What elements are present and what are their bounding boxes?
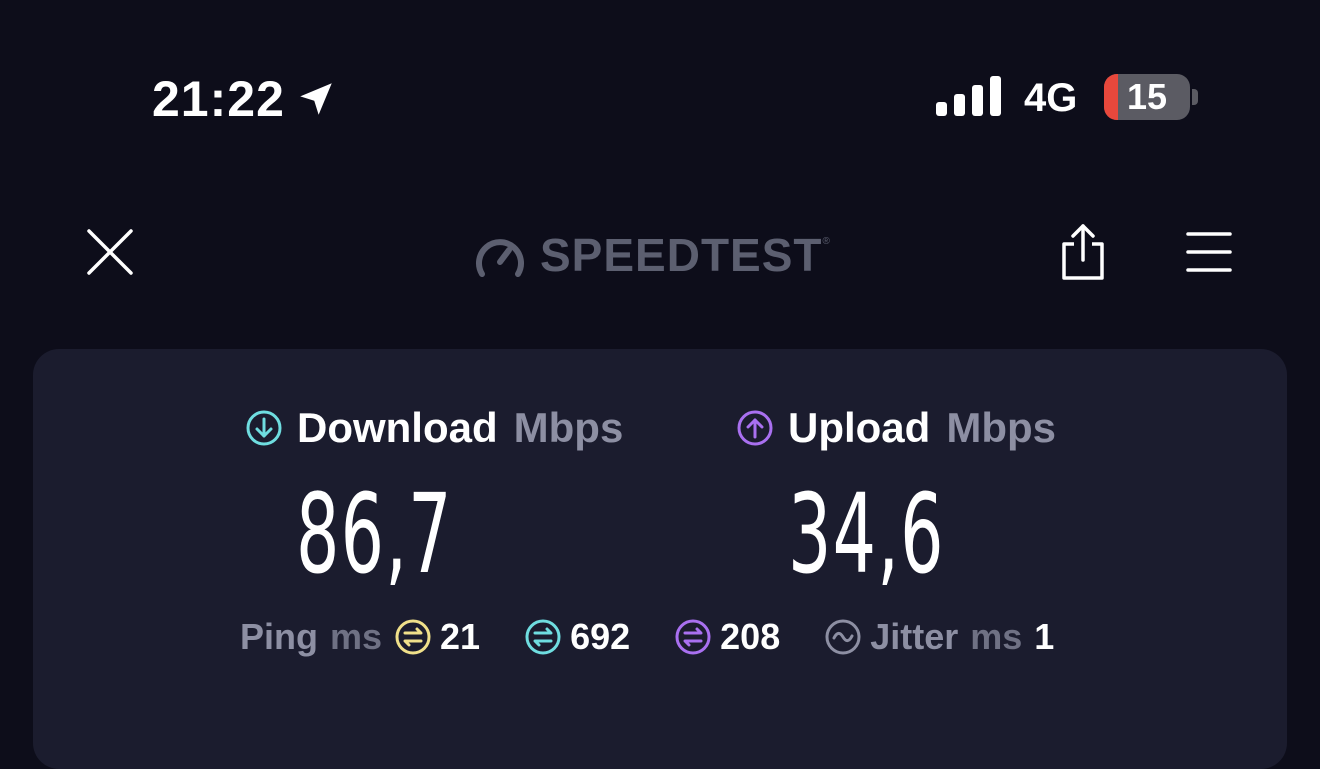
jitter-value: 1 [1034, 616, 1055, 657]
upload-arrow-icon [737, 410, 773, 446]
logo-registered-mark: ® [822, 236, 830, 247]
download-unit: Mbps [513, 404, 624, 451]
download-value: 86,7 [296, 470, 453, 598]
upload-label: Upload [788, 404, 931, 451]
ping-idle-value: 21 [440, 616, 481, 657]
upload-value: 34,6 [788, 470, 945, 598]
jitter-icon [825, 619, 861, 655]
close-button[interactable] [84, 226, 136, 278]
download-metric-header: Download Mbps [245, 404, 623, 452]
location-arrow-icon [300, 83, 332, 115]
battery-icon: 15 [1104, 74, 1190, 120]
upload-unit: Mbps [946, 404, 1056, 451]
ping-upload: 208 [674, 616, 780, 658]
logo-text: SPEEDTEST [540, 229, 823, 281]
ping-download-value: 692 [570, 616, 631, 657]
clock: 21:22 [152, 71, 285, 127]
jitter: Jitter ms 1 [824, 616, 1054, 658]
menu-button[interactable] [1186, 230, 1232, 274]
ping-idle: 21 [394, 616, 480, 658]
battery-cap [1192, 89, 1198, 105]
ping-label: Ping [240, 616, 318, 657]
status-time: 21:22 [152, 70, 337, 128]
jitter-unit: ms [970, 616, 1023, 657]
signal-bars-icon [936, 76, 1001, 116]
jitter-label: Jitter [870, 616, 959, 657]
speedtest-logo: SPEEDTEST ® [474, 228, 830, 282]
ping-upload-icon [675, 619, 711, 655]
network-type: 4G [1024, 76, 1078, 120]
share-icon [1062, 224, 1104, 280]
ping-unit: ms [330, 616, 383, 657]
latency-row: Ping ms 21 692 208 Jitter ms 1 [240, 616, 1054, 658]
share-button[interactable] [1058, 222, 1108, 282]
upload-metric-header: Upload Mbps [736, 404, 1056, 452]
ping-idle-icon [395, 619, 431, 655]
ping-download-icon [525, 619, 561, 655]
download-arrow-icon [246, 410, 282, 446]
close-icon [87, 229, 133, 275]
ping-download: 692 [524, 616, 630, 658]
download-label: Download [297, 404, 498, 451]
results-card [33, 349, 1287, 769]
battery-level: 15 [1126, 76, 1168, 117]
menu-icon [1186, 232, 1232, 272]
speedometer-icon [476, 239, 524, 277]
ping-upload-value: 208 [720, 616, 781, 657]
